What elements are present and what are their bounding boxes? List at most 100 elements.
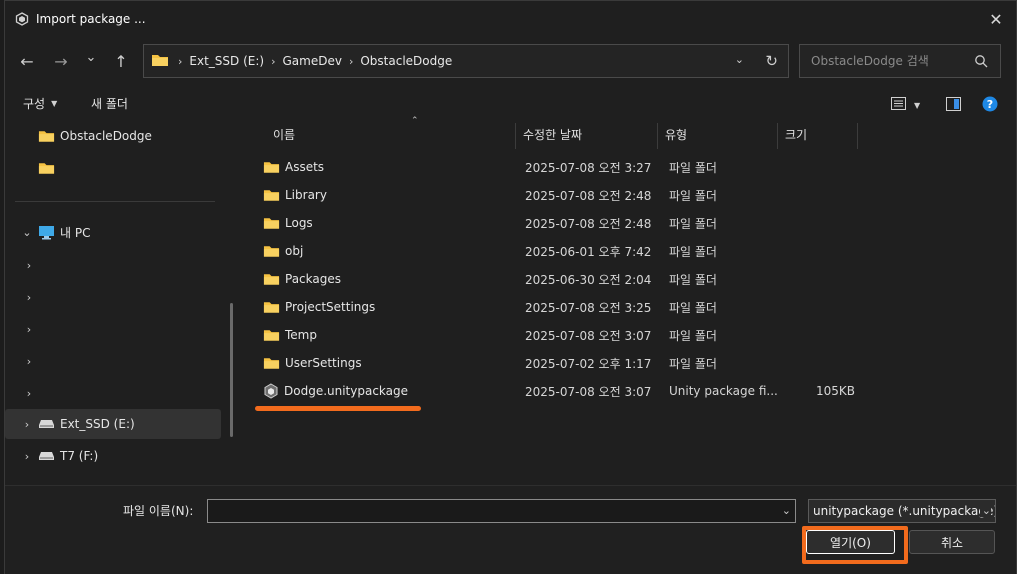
svg-text:?: ?	[987, 98, 993, 111]
command-bar: 구성 ▼ 새 폴더 ▼ ?	[5, 89, 1016, 119]
file-size	[789, 209, 855, 237]
file-name: Logs	[285, 216, 313, 230]
refresh-icon[interactable]: ↻	[765, 52, 778, 70]
file-type: Unity package fi...	[669, 384, 778, 398]
column-header-date[interactable]: 수정한 날짜	[515, 119, 657, 149]
file-date: 2025-07-08 오전 2:48	[525, 216, 652, 231]
forward-arrow-icon[interactable]: →	[49, 49, 73, 73]
sort-ascending-icon: ⌃	[411, 116, 419, 126]
chevron-right-icon[interactable]: ›	[23, 323, 35, 336]
file-name: Assets	[285, 160, 325, 174]
list-view-icon	[891, 97, 906, 113]
filename-combobox[interactable]: ⌄	[207, 499, 796, 523]
organize-button[interactable]: 구성 ▼	[23, 95, 57, 112]
sidebar-item-folder[interactable]	[5, 153, 221, 183]
sidebar-item-this-pc[interactable]: ⌄ 내 PC	[5, 217, 221, 247]
up-arrow-icon[interactable]: ↑	[109, 49, 133, 73]
file-type-filter[interactable]: unitypackage (*.unitypackage) ⌄	[808, 499, 996, 523]
sidebar-divider	[15, 201, 215, 202]
sidebar-item-collapsed[interactable]: ›	[5, 314, 221, 344]
column-divider[interactable]	[857, 123, 858, 149]
search-icon[interactable]	[974, 54, 988, 71]
file-name: Packages	[285, 272, 341, 286]
annotation-highlight-box	[802, 526, 908, 564]
folder-icon	[37, 160, 55, 176]
sidebar-item-t7[interactable]: › T7 (F:)	[5, 441, 221, 471]
address-dropdown-icon[interactable]: ⌄	[735, 53, 744, 66]
chevron-right-icon[interactable]: ›	[21, 450, 33, 463]
breadcrumb-separator-icon: ›	[348, 54, 354, 68]
chevron-right-icon[interactable]: ›	[23, 387, 35, 400]
file-type: 파일 폴더	[669, 272, 717, 287]
file-type: 파일 폴더	[669, 160, 717, 175]
file-type: 파일 폴더	[669, 356, 717, 371]
navigation-bar: ← → ⌄ ↑ › Ext_SSD (E:) › GameDev › Obsta…	[5, 41, 1016, 81]
navigation-pane: ObstacleDodge ⌄ 내 PC › › › › › › Ext_SSD…	[5, 119, 241, 483]
folder-icon	[263, 300, 280, 314]
sidebar-item-label: ObstacleDodge	[60, 129, 152, 143]
window-title: Import package ...	[36, 12, 146, 26]
file-name: Dodge.unitypackage	[284, 384, 409, 398]
column-header-name[interactable]: 이름 ⌃	[265, 116, 515, 149]
file-name-cell: obj	[263, 237, 513, 265]
help-icon[interactable]: ?	[982, 96, 998, 112]
file-row[interactable]: Library 2025-07-08 오전 2:48 파일 폴더	[253, 181, 863, 209]
file-row[interactable]: ProjectSettings 2025-07-08 오전 3:25 파일 폴더	[253, 293, 863, 321]
file-date: 2025-07-08 오전 3:27	[525, 160, 652, 175]
folder-icon	[263, 244, 280, 258]
file-row[interactable]: obj 2025-06-01 오후 7:42 파일 폴더	[253, 237, 863, 265]
file-row[interactable]: Temp 2025-07-08 오전 3:07 파일 폴더	[253, 321, 863, 349]
chevron-right-icon[interactable]: ›	[23, 355, 35, 368]
organize-label: 구성	[23, 97, 46, 111]
back-arrow-icon[interactable]: ←	[15, 49, 39, 73]
chevron-right-icon[interactable]: ›	[23, 259, 35, 272]
breadcrumb-separator-icon: ›	[271, 54, 276, 68]
file-name-cell: Dodge.unitypackage	[263, 377, 513, 405]
file-date: 2025-07-08 오전 3:07	[525, 384, 652, 399]
file-row[interactable]: Assets 2025-07-08 오전 3:27 파일 폴더	[253, 153, 863, 181]
chevron-right-icon[interactable]: ›	[21, 418, 33, 431]
file-size	[789, 321, 855, 349]
recent-locations-chevron-icon[interactable]: ⌄	[79, 45, 103, 69]
title-bar: Import package ... ✕	[5, 1, 1016, 37]
file-row[interactable]: Logs 2025-07-08 오전 2:48 파일 폴더	[253, 209, 863, 237]
sidebar-item-collapsed[interactable]: ›	[5, 250, 221, 280]
search-input[interactable]	[811, 54, 961, 68]
filename-label: 파일 이름(N):	[123, 504, 194, 518]
new-folder-label: 새 폴더	[91, 97, 128, 111]
sidebar-item-collapsed[interactable]: ›	[5, 378, 221, 408]
file-size: 105KB	[815, 384, 855, 398]
breadcrumb-ext-ssd[interactable]: Ext_SSD (E:)	[189, 54, 264, 68]
column-header-type[interactable]: 유형	[657, 119, 777, 149]
column-header-label: 이름	[273, 127, 296, 142]
close-icon[interactable]: ✕	[982, 5, 1010, 33]
file-row[interactable]: Packages 2025-06-30 오전 2:04 파일 폴더	[253, 265, 863, 293]
sidebar-item-ext-ssd[interactable]: › Ext_SSD (E:)	[5, 409, 221, 439]
address-bar[interactable]: › Ext_SSD (E:) › GameDev › ObstacleDodge…	[143, 44, 789, 78]
sidebar-item-collapsed[interactable]: ›	[5, 346, 221, 376]
column-header-size[interactable]: 크기	[777, 119, 857, 149]
cancel-button[interactable]: 취소	[909, 530, 995, 554]
file-row[interactable]: UserSettings 2025-07-02 오후 1:17 파일 폴더	[253, 349, 863, 377]
unity-app-icon	[14, 11, 30, 27]
chevron-down-icon[interactable]: ⌄	[21, 226, 33, 239]
file-row[interactable]: Dodge.unitypackage 2025-07-08 오전 3:07 Unit…	[253, 377, 863, 405]
chevron-down-icon[interactable]: ⌄	[782, 504, 791, 517]
sidebar-scrollbar[interactable]	[230, 303, 233, 437]
search-box[interactable]	[799, 44, 1001, 78]
view-options-button[interactable]: ▼	[891, 97, 920, 113]
sidebar-item-collapsed[interactable]: ›	[5, 282, 221, 312]
new-folder-button[interactable]: 새 폴더	[91, 95, 128, 112]
file-date: 2025-07-08 오전 3:25	[525, 300, 652, 315]
preview-pane-icon[interactable]	[946, 97, 961, 111]
file-dialog: Import package ... ✕ ← → ⌄ ↑ › Ext_SSD (…	[4, 0, 1017, 574]
filename-input[interactable]	[208, 500, 768, 522]
sidebar-item-obstacledodge[interactable]: ObstacleDodge	[5, 121, 221, 151]
breadcrumb-obstacledodge[interactable]: ObstacleDodge	[360, 54, 452, 68]
chevron-down-icon[interactable]: ⌄	[979, 504, 991, 517]
column-header-label: 유형	[665, 127, 688, 142]
unity-package-icon	[263, 383, 279, 399]
chevron-right-icon[interactable]: ›	[23, 291, 35, 304]
sidebar-item-label: T7 (F:)	[60, 449, 99, 463]
breadcrumb-gamedev[interactable]: GameDev	[282, 54, 341, 68]
